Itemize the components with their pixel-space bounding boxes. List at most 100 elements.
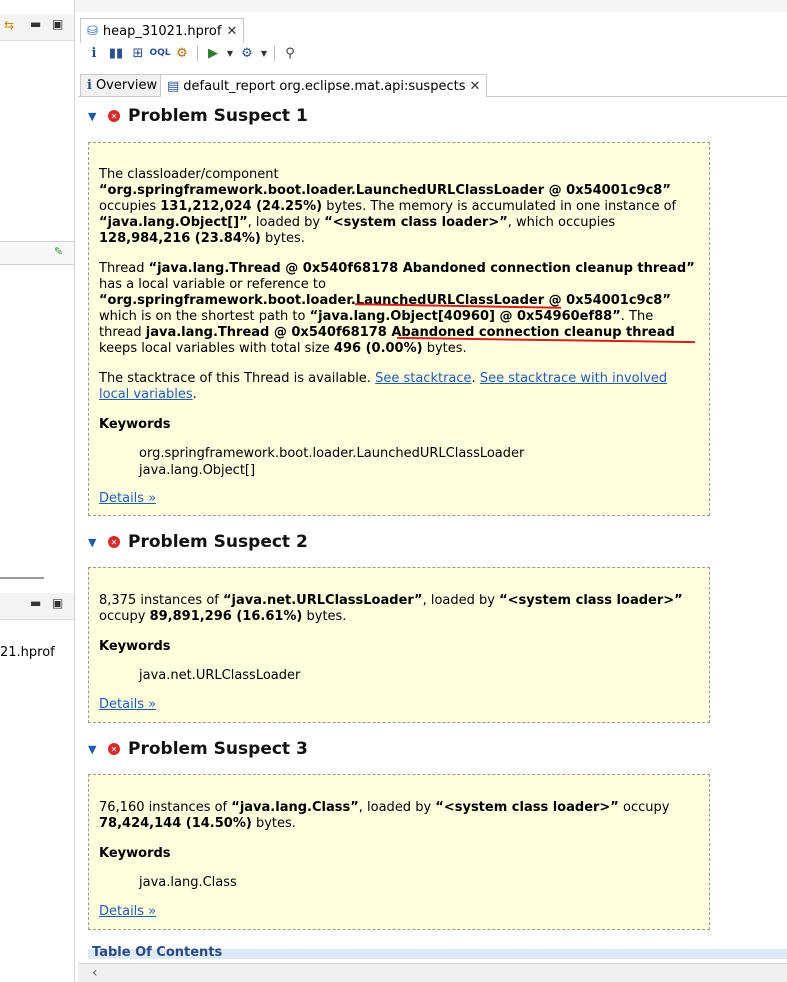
run-report-icon[interactable]: ▶ bbox=[203, 43, 223, 63]
suspect-3-paragraph-1: 76,160 instances of “java.lang.Class”, l… bbox=[99, 800, 699, 832]
text: bytes. bbox=[306, 609, 347, 624]
text: occupy bbox=[99, 609, 146, 624]
classloader-name-2: “org.springframework.boot.loader.Launche… bbox=[99, 293, 671, 308]
keywords-title: Keywords bbox=[99, 417, 171, 432]
suspect-1-paragraph-2: Thread “java.lang.Thread @ 0x540f68178 A… bbox=[99, 261, 699, 357]
text: 76,160 instances of bbox=[99, 800, 228, 815]
oql-icon[interactable]: OQL bbox=[149, 43, 170, 63]
toolbar-separator-2 bbox=[274, 45, 275, 61]
text: which is on the shortest path to bbox=[99, 309, 306, 324]
object-array: “java.lang.Object[40960] @ 0x54960ef88” bbox=[309, 309, 621, 324]
tab-heap-file-label: heap_31021.hprof bbox=[102, 23, 222, 39]
details-link[interactable]: Details » bbox=[99, 904, 156, 919]
chevron-left-icon[interactable]: ‹ bbox=[92, 965, 98, 981]
dominator-tree-icon[interactable]: ⊞ bbox=[128, 43, 148, 63]
details-row: Details » bbox=[99, 697, 699, 713]
editor-area: ⛁ heap_31021.hprof ✕ i ▮▮ ⊞ OQL ⚙ ▶ ▼ ⚙ … bbox=[78, 12, 787, 982]
database-icon: ⛁ bbox=[87, 23, 98, 39]
details-link[interactable]: Details » bbox=[99, 697, 156, 712]
chevron-down-icon-2[interactable]: ▼ bbox=[259, 49, 269, 58]
class-name: “java.lang.Class” bbox=[231, 800, 359, 815]
error-icon: ✕ bbox=[108, 110, 120, 122]
text: The stacktrace of this Thread is availab… bbox=[99, 371, 371, 386]
details-row: Details » bbox=[99, 904, 699, 920]
scrollbar-thumb[interactable] bbox=[0, 577, 44, 579]
retained-size: 78,424,144 (14.50%) bbox=[99, 816, 252, 831]
minimize-icon-2[interactable]: ▬ bbox=[30, 596, 41, 610]
keywords-list: java.lang.Class bbox=[139, 874, 699, 891]
loader-name: “<system class loader>” bbox=[324, 215, 508, 230]
classloader-name: “org.springframework.boot.loader.Launche… bbox=[99, 183, 671, 198]
tab-heap-file[interactable]: ⛁ heap_31021.hprof ✕ bbox=[80, 18, 245, 43]
left-pane-header-bottom: ▬ ▣ bbox=[0, 593, 74, 620]
maximize-icon[interactable]: ▣ bbox=[52, 17, 63, 31]
suspect-title-1: Problem Suspect 1 bbox=[128, 106, 308, 126]
keyword-item: org.springframework.boot.loader.Launched… bbox=[139, 446, 525, 461]
suspect-1-paragraph-1: The classloader/component “org.springfra… bbox=[99, 167, 699, 247]
thread-name: “java.lang.Thread @ 0x540f68178 Abandone… bbox=[148, 261, 695, 276]
tab-overview-label: Overview bbox=[95, 78, 158, 93]
sync-icon[interactable]: ⇆ bbox=[4, 18, 14, 32]
details-row: Details » bbox=[99, 491, 699, 507]
local-size: 496 (0.00%) bbox=[333, 341, 423, 356]
text: , loaded by bbox=[247, 215, 321, 230]
editor-tabbar: ⛁ heap_31021.hprof ✕ bbox=[78, 16, 787, 43]
loader-name: “<system class loader>” bbox=[499, 593, 683, 608]
see-stacktrace-link[interactable]: See stacktrace bbox=[375, 371, 471, 386]
retained-size-2: 128,984,216 (23.84%) bbox=[99, 231, 261, 246]
text: has a local variable or reference to bbox=[99, 277, 326, 292]
keywords-list: java.net.URLClassLoader bbox=[139, 667, 699, 684]
query-browser-icon[interactable]: ⚙ bbox=[237, 43, 257, 63]
chevron-down-icon-s1[interactable]: ▼ bbox=[88, 110, 100, 123]
suspect-heading-1[interactable]: ▼ ✕ Problem Suspect 1 bbox=[88, 104, 778, 128]
text: . bbox=[192, 387, 197, 402]
report-icon: ▤ bbox=[167, 78, 180, 94]
toolbar-separator bbox=[197, 45, 198, 61]
minimize-icon[interactable]: ▬ bbox=[30, 17, 41, 31]
keywords-title: Keywords bbox=[99, 846, 171, 861]
chevron-down-icon-s2[interactable]: ▼ bbox=[88, 536, 100, 549]
suspect-heading-2[interactable]: ▼ ✕ Problem Suspect 2 bbox=[88, 530, 778, 554]
left-pane: ⇆ ▬ ▣ ✎ ▬ ▣ 21.hprof bbox=[0, 0, 75, 982]
text: occupy bbox=[623, 800, 670, 815]
toolbar: i ▮▮ ⊞ OQL ⚙ ▶ ▼ ⚙ ▼ ⚲ bbox=[84, 42, 300, 64]
keywords-title: Keywords bbox=[99, 639, 171, 654]
suspect-box-2: 8,375 instances of “java.net.URLClassLoa… bbox=[88, 567, 710, 723]
table-of-contents-strip[interactable]: Table Of Contents bbox=[88, 946, 787, 959]
text: . bbox=[471, 371, 476, 386]
search-icon[interactable]: ⚲ bbox=[280, 43, 300, 63]
chevron-down-icon[interactable]: ▼ bbox=[225, 49, 235, 58]
text: 8,375 instances of bbox=[99, 593, 219, 608]
retained-size: 131,212,024 (24.25%) bbox=[160, 199, 323, 214]
heap-file-item[interactable]: 21.hprof bbox=[0, 645, 55, 660]
histogram-icon[interactable]: ▮▮ bbox=[106, 43, 126, 63]
close-icon[interactable]: ✕ bbox=[226, 24, 237, 39]
text: bytes. bbox=[426, 341, 467, 356]
close-icon-2[interactable]: ✕ bbox=[469, 79, 480, 94]
loader-name: “<system class loader>” bbox=[435, 800, 619, 815]
tab-default-report[interactable]: ▤ default_report org.eclipse.mat.api:sus… bbox=[160, 74, 488, 97]
chevron-down-icon-s3[interactable]: ▼ bbox=[88, 743, 100, 756]
maximize-icon-2[interactable]: ▣ bbox=[52, 596, 63, 610]
text: bytes. The memory is accumulated in one … bbox=[326, 199, 677, 214]
keywords-list: org.springframework.boot.loader.Launched… bbox=[139, 445, 699, 479]
horizontal-scrollbar[interactable]: ‹ bbox=[78, 963, 787, 982]
suspect-1-paragraph-3: The stacktrace of this Thread is availab… bbox=[99, 371, 699, 403]
pin-icon[interactable]: ✎ bbox=[54, 245, 63, 258]
suspect-title-2: Problem Suspect 2 bbox=[128, 532, 308, 552]
object-type: “java.lang.Object[]” bbox=[99, 215, 248, 230]
details-link[interactable]: Details » bbox=[99, 491, 156, 506]
table-of-contents-label[interactable]: Table Of Contents bbox=[92, 946, 222, 956]
info-icon-small: i bbox=[87, 78, 92, 93]
suspect-heading-3[interactable]: ▼ ✕ Problem Suspect 3 bbox=[88, 737, 778, 761]
tab-default-report-label: default_report org.eclipse.mat.api:suspe… bbox=[183, 78, 466, 94]
suspect-title-3: Problem Suspect 3 bbox=[128, 739, 308, 759]
suspect-box-1: The classloader/component “org.springfra… bbox=[88, 142, 710, 516]
error-icon: ✕ bbox=[108, 743, 120, 755]
text: keeps local variables with total size bbox=[99, 341, 330, 356]
suspect-2-paragraph-1: 8,375 instances of “java.net.URLClassLoa… bbox=[99, 593, 699, 625]
info-icon[interactable]: i bbox=[84, 43, 104, 63]
gears-icon[interactable]: ⚙ bbox=[172, 43, 192, 63]
tab-overview[interactable]: i Overview bbox=[80, 74, 165, 96]
text: occupies bbox=[99, 199, 157, 214]
